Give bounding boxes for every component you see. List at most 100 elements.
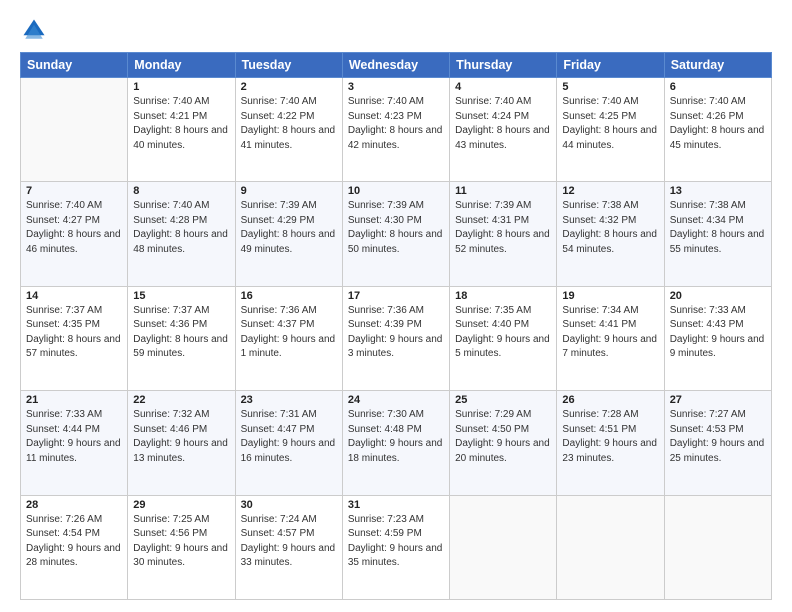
weekday-header-tuesday: Tuesday [235, 53, 342, 78]
calendar-cell: 4 Sunrise: 7:40 AMSunset: 4:24 PMDaylight… [450, 78, 557, 182]
logo-icon [20, 16, 48, 44]
day-info: Sunrise: 7:23 AMSunset: 4:59 PMDaylight:… [348, 513, 444, 571]
day-number: 27 [670, 394, 766, 406]
calendar-cell: 16 Sunrise: 7:36 AMSunset: 4:37 PMDayligh… [235, 286, 342, 390]
calendar-cell: 30 Sunrise: 7:24 AMSunset: 4:57 PMDayligh… [235, 495, 342, 599]
week-row-4: 21 Sunrise: 7:33 AMSunset: 4:44 PMDayligh… [21, 391, 772, 495]
day-number: 18 [455, 290, 551, 302]
day-info: Sunrise: 7:26 AMSunset: 4:54 PMDaylight:… [26, 513, 122, 571]
day-number: 15 [133, 290, 229, 302]
calendar-cell: 20 Sunrise: 7:33 AMSunset: 4:43 PMDayligh… [664, 286, 771, 390]
day-info: Sunrise: 7:39 AMSunset: 4:29 PMDaylight:… [241, 199, 337, 257]
calendar-cell: 8 Sunrise: 7:40 AMSunset: 4:28 PMDaylight… [128, 182, 235, 286]
week-row-2: 7 Sunrise: 7:40 AMSunset: 4:27 PMDaylight… [21, 182, 772, 286]
calendar-cell [664, 495, 771, 599]
calendar-cell: 18 Sunrise: 7:35 AMSunset: 4:40 PMDayligh… [450, 286, 557, 390]
calendar-cell: 7 Sunrise: 7:40 AMSunset: 4:27 PMDaylight… [21, 182, 128, 286]
calendar-cell: 14Sunrise: 7:37 AMSunset: 4:35 PMDayligh… [21, 286, 128, 390]
day-info: Sunrise: 7:25 AMSunset: 4:56 PMDaylight:… [133, 513, 229, 571]
calendar-cell: 5Sunrise: 7:40 AMSunset: 4:25 PMDaylight… [557, 78, 664, 182]
day-number: 20 [670, 290, 766, 302]
calendar-cell: 25 Sunrise: 7:29 AMSunset: 4:50 PMDayligh… [450, 391, 557, 495]
day-info: Sunrise: 7:33 AMSunset: 4:43 PMDaylight:… [670, 304, 766, 362]
calendar-cell [557, 495, 664, 599]
calendar-cell: 6 Sunrise: 7:40 AMSunset: 4:26 PMDaylight… [664, 78, 771, 182]
calendar-cell: 26 Sunrise: 7:28 AMSunset: 4:51 PMDayligh… [557, 391, 664, 495]
weekday-header-monday: Monday [128, 53, 235, 78]
day-info: Sunrise: 7:27 AMSunset: 4:53 PMDaylight:… [670, 408, 766, 466]
day-info: Sunrise: 7:28 AMSunset: 4:51 PMDaylight:… [562, 408, 658, 466]
calendar-cell: 1 Sunrise: 7:40 AMSunset: 4:21 PMDaylight… [128, 78, 235, 182]
day-number: 4 [455, 81, 551, 93]
day-number: 7 [26, 185, 122, 197]
day-number: 19 [562, 290, 658, 302]
day-info: Sunrise: 7:40 AMSunset: 4:28 PMDaylight:… [133, 199, 229, 257]
day-number: 13 [670, 185, 766, 197]
day-info: Sunrise: 7:35 AMSunset: 4:40 PMDaylight:… [455, 304, 551, 362]
day-info: Sunrise: 7:37 AMSunset: 4:36 PMDaylight:… [133, 304, 229, 362]
week-row-5: 28 Sunrise: 7:26 AMSunset: 4:54 PMDayligh… [21, 495, 772, 599]
day-info: Sunrise: 7:40 AMSunset: 4:25 PMDaylight:… [562, 95, 658, 153]
day-number: 16 [241, 290, 337, 302]
day-number: 12 [562, 185, 658, 197]
day-number: 31 [348, 499, 444, 511]
calendar-cell: 22 Sunrise: 7:32 AMSunset: 4:46 PMDayligh… [128, 391, 235, 495]
day-number: 6 [670, 81, 766, 93]
day-number: 11 [455, 185, 551, 197]
day-info: Sunrise: 7:40 AMSunset: 4:24 PMDaylight:… [455, 95, 551, 153]
weekday-header-thursday: Thursday [450, 53, 557, 78]
day-info: Sunrise: 7:33 AMSunset: 4:44 PMDaylight:… [26, 408, 122, 466]
calendar-cell: 10 Sunrise: 7:39 AMSunset: 4:30 PMDayligh… [342, 182, 449, 286]
day-info: Sunrise: 7:38 AMSunset: 4:34 PMDaylight:… [670, 199, 766, 257]
calendar-cell: 12 Sunrise: 7:38 AMSunset: 4:32 PMDayligh… [557, 182, 664, 286]
day-info: Sunrise: 7:30 AMSunset: 4:48 PMDaylight:… [348, 408, 444, 466]
day-info: Sunrise: 7:38 AMSunset: 4:32 PMDaylight:… [562, 199, 658, 257]
calendar-cell [21, 78, 128, 182]
calendar-cell: 11Sunrise: 7:39 AMSunset: 4:31 PMDayligh… [450, 182, 557, 286]
day-number: 8 [133, 185, 229, 197]
day-info: Sunrise: 7:24 AMSunset: 4:57 PMDaylight:… [241, 513, 337, 571]
day-number: 23 [241, 394, 337, 406]
day-number: 26 [562, 394, 658, 406]
day-number: 30 [241, 499, 337, 511]
calendar-cell: 28 Sunrise: 7:26 AMSunset: 4:54 PMDayligh… [21, 495, 128, 599]
day-info: Sunrise: 7:31 AMSunset: 4:47 PMDaylight:… [241, 408, 337, 466]
day-number: 3 [348, 81, 444, 93]
calendar-cell: 23 Sunrise: 7:31 AMSunset: 4:47 PMDayligh… [235, 391, 342, 495]
day-info: Sunrise: 7:40 AMSunset: 4:21 PMDaylight:… [133, 95, 229, 153]
calendar-cell: 24Sunrise: 7:30 AMSunset: 4:48 PMDayligh… [342, 391, 449, 495]
day-info: Sunrise: 7:36 AMSunset: 4:37 PMDaylight:… [241, 304, 337, 362]
header [20, 16, 772, 44]
day-number: 21 [26, 394, 122, 406]
weekday-header-row: SundayMondayTuesdayWednesdayThursdayFrid… [21, 53, 772, 78]
calendar-cell: 19 Sunrise: 7:34 AMSunset: 4:41 PMDayligh… [557, 286, 664, 390]
weekday-header-wednesday: Wednesday [342, 53, 449, 78]
day-number: 10 [348, 185, 444, 197]
day-number: 29 [133, 499, 229, 511]
calendar-cell: 17Sunrise: 7:36 AMSunset: 4:39 PMDayligh… [342, 286, 449, 390]
page: SundayMondayTuesdayWednesdayThursdayFrid… [0, 0, 792, 612]
day-info: Sunrise: 7:32 AMSunset: 4:46 PMDaylight:… [133, 408, 229, 466]
day-number: 1 [133, 81, 229, 93]
day-number: 22 [133, 394, 229, 406]
calendar-cell: 9 Sunrise: 7:39 AMSunset: 4:29 PMDaylight… [235, 182, 342, 286]
day-info: Sunrise: 7:40 AMSunset: 4:22 PMDaylight:… [241, 95, 337, 153]
weekday-header-friday: Friday [557, 53, 664, 78]
day-number: 9 [241, 185, 337, 197]
day-number: 25 [455, 394, 551, 406]
day-number: 28 [26, 499, 122, 511]
day-info: Sunrise: 7:40 AMSunset: 4:26 PMDaylight:… [670, 95, 766, 153]
logo [20, 16, 52, 44]
day-info: Sunrise: 7:40 AMSunset: 4:27 PMDaylight:… [26, 199, 122, 257]
day-number: 2 [241, 81, 337, 93]
week-row-3: 14Sunrise: 7:37 AMSunset: 4:35 PMDayligh… [21, 286, 772, 390]
day-info: Sunrise: 7:39 AMSunset: 4:30 PMDaylight:… [348, 199, 444, 257]
day-info: Sunrise: 7:36 AMSunset: 4:39 PMDaylight:… [348, 304, 444, 362]
calendar-cell: 21 Sunrise: 7:33 AMSunset: 4:44 PMDayligh… [21, 391, 128, 495]
day-info: Sunrise: 7:34 AMSunset: 4:41 PMDaylight:… [562, 304, 658, 362]
week-row-1: 1 Sunrise: 7:40 AMSunset: 4:21 PMDaylight… [21, 78, 772, 182]
day-info: Sunrise: 7:40 AMSunset: 4:23 PMDaylight:… [348, 95, 444, 153]
day-info: Sunrise: 7:29 AMSunset: 4:50 PMDaylight:… [455, 408, 551, 466]
calendar-table: SundayMondayTuesdayWednesdayThursdayFrid… [20, 52, 772, 600]
calendar-cell: 2 Sunrise: 7:40 AMSunset: 4:22 PMDaylight… [235, 78, 342, 182]
